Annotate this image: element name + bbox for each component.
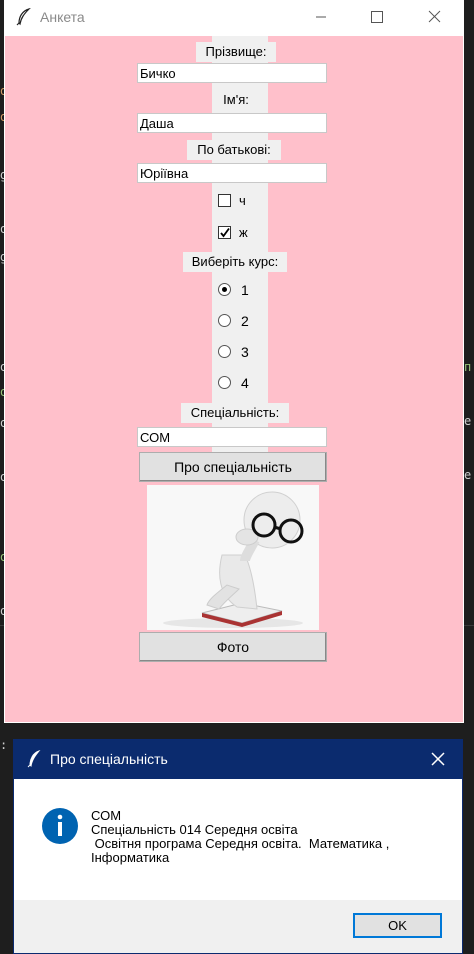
course-label: Виберіть курс: bbox=[183, 252, 287, 272]
gender-female-label: ж bbox=[239, 225, 248, 240]
course-radio-1[interactable] bbox=[218, 283, 231, 296]
ok-button[interactable]: OK bbox=[353, 913, 442, 938]
gender-female-checkbox[interactable] bbox=[218, 226, 231, 239]
course-radio-label: 2 bbox=[241, 313, 249, 329]
dialog-close-icon[interactable] bbox=[430, 751, 446, 771]
radio-selected-dot bbox=[222, 287, 227, 292]
name-input[interactable]: Даша bbox=[137, 113, 327, 133]
name-label: Ім'я: bbox=[214, 90, 258, 110]
feather-icon bbox=[27, 749, 41, 772]
specialty-input[interactable]: СОМ bbox=[137, 427, 327, 447]
dialog-message: СОМ Спеціальність 014 Середня освіта Осв… bbox=[91, 808, 390, 865]
bg-fragment: : bbox=[0, 738, 8, 752]
course-radio-2[interactable] bbox=[218, 314, 231, 327]
course-radio-label: 1 bbox=[241, 282, 249, 298]
main-window-title: Анкета bbox=[40, 9, 85, 25]
checkmark-icon bbox=[220, 227, 230, 238]
course-radio-3[interactable] bbox=[218, 345, 231, 358]
surname-label: Прізвище: bbox=[196, 42, 276, 62]
patronymic-label: По батькові: bbox=[187, 140, 281, 160]
about-specialty-button[interactable]: Про спеціальність bbox=[139, 452, 327, 482]
specialty-label: Спеціальність: bbox=[181, 403, 289, 423]
dialog-title: Про спеціальність bbox=[50, 751, 168, 767]
patronymic-input[interactable]: Юріївна bbox=[137, 163, 327, 183]
maximize-button[interactable] bbox=[354, 0, 400, 34]
dialog-titlebar: Про спеціальність bbox=[14, 740, 462, 779]
main-titlebar: Анкета bbox=[4, 0, 464, 36]
close-button[interactable] bbox=[412, 0, 458, 34]
info-icon bbox=[41, 807, 79, 849]
dialog-body: СОМ Спеціальність 014 Середня освіта Осв… bbox=[14, 779, 462, 900]
course-radio-label: 4 bbox=[241, 375, 249, 391]
bg-fragment: e bbox=[464, 468, 472, 482]
course-radio-label: 3 bbox=[241, 344, 249, 360]
course-radio-4[interactable] bbox=[218, 376, 231, 389]
minimize-button[interactable] bbox=[298, 0, 344, 34]
gender-male-label: ч bbox=[239, 193, 246, 208]
feather-icon bbox=[16, 7, 32, 30]
photo-button[interactable]: Фото bbox=[139, 632, 327, 662]
gender-male-checkbox[interactable] bbox=[218, 194, 231, 207]
surname-input[interactable]: Бичко bbox=[137, 63, 327, 83]
bg-fragment: e bbox=[464, 414, 472, 428]
bg-fragment: п bbox=[464, 360, 472, 374]
student-photo bbox=[147, 485, 319, 630]
specialty-dialog: Про спеціальність СОМ Спеціальність 014 … bbox=[13, 739, 463, 954]
